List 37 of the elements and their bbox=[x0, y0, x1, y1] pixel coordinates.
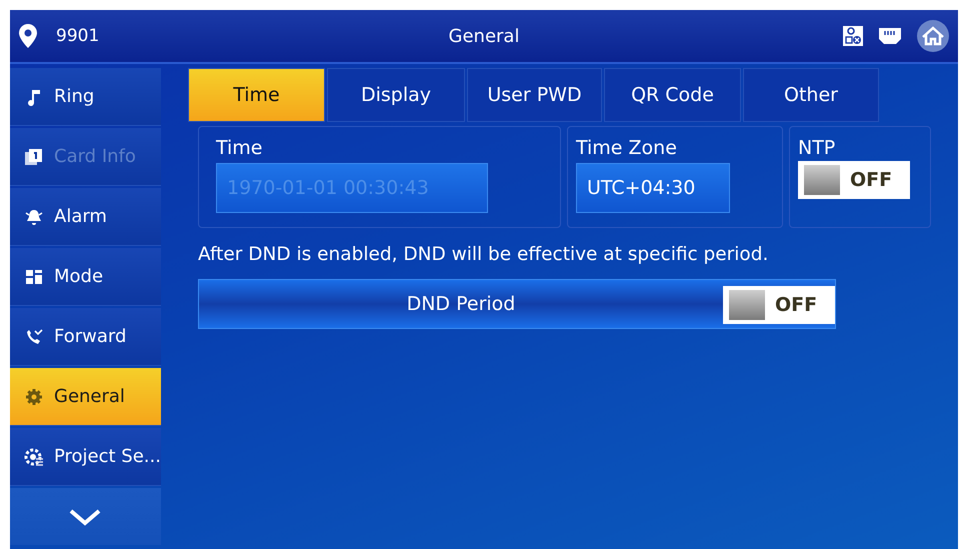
sidebar-label: Card Info bbox=[54, 146, 136, 167]
sidebar-label: General bbox=[54, 386, 125, 407]
phone-forward-icon bbox=[24, 326, 44, 346]
tab[interactable]: Other bbox=[742, 68, 879, 122]
sidebar-item[interactable]: Ring bbox=[10, 68, 161, 126]
sidebar-item[interactable]: Alarm bbox=[10, 188, 161, 246]
ethernet-icon[interactable] bbox=[878, 27, 902, 45]
toggle-switch[interactable]: OFF bbox=[798, 161, 910, 199]
time-label: Time bbox=[216, 137, 264, 159]
home-icon[interactable] bbox=[916, 19, 950, 53]
card-icon bbox=[24, 146, 44, 166]
ntp-label: NTP bbox=[798, 137, 836, 159]
tab[interactable]: User PWD bbox=[466, 68, 602, 122]
sidebar-item[interactable]: General bbox=[10, 368, 161, 426]
dnd-period-label: DND Period bbox=[406, 293, 516, 315]
sidebar-label: Ring bbox=[54, 86, 94, 107]
dnd-note: After DND is enabled, DND will be effective at specific period. bbox=[198, 244, 770, 265]
location-pin-icon bbox=[18, 23, 38, 49]
tab[interactable]: QR Code bbox=[604, 68, 741, 122]
page-title: General bbox=[448, 26, 520, 46]
chevron-down-icon bbox=[68, 508, 102, 526]
sidebar-label: Forward bbox=[54, 326, 126, 347]
gear-list-icon bbox=[24, 446, 44, 466]
tab[interactable]: Display bbox=[326, 68, 465, 122]
sidebar-item[interactable]: Mode bbox=[10, 248, 161, 306]
sidebar-item[interactable]: Forward bbox=[10, 308, 161, 366]
time-zone-field[interactable]: UTC+04:30 bbox=[576, 163, 730, 213]
gear-icon bbox=[24, 386, 44, 406]
sidebar-label: Mode bbox=[54, 266, 104, 287]
toggle-switch[interactable]: OFF bbox=[722, 286, 835, 324]
sidebar-label: Project Se... bbox=[54, 446, 161, 467]
room-number: 9901 bbox=[56, 26, 100, 46]
tab[interactable]: Time bbox=[188, 68, 325, 122]
sidebar-item[interactable]: Project Se... bbox=[10, 428, 161, 486]
network-status-icon[interactable] bbox=[842, 25, 864, 47]
sidebar-label: Alarm bbox=[54, 206, 107, 227]
time-zone-label: Time Zone bbox=[576, 137, 678, 159]
